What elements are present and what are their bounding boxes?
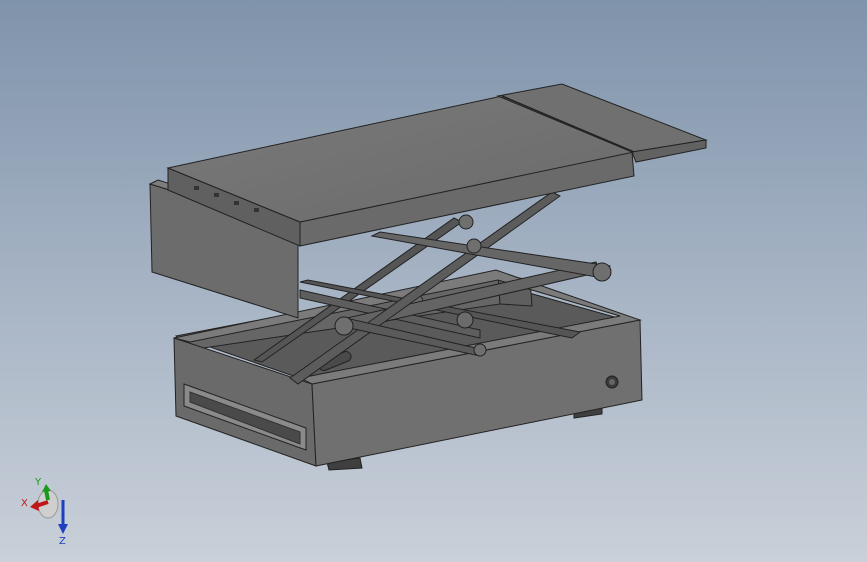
scissor-lift-model[interactable] (0, 0, 867, 562)
pivot-left (334, 316, 354, 336)
graphics-viewport[interactable]: Y X Z (0, 0, 867, 562)
x-axis-label: X (21, 498, 28, 509)
pivot-center (466, 238, 482, 254)
pivot-top (458, 214, 474, 230)
pivot-bottom (473, 343, 487, 357)
orientation-triad[interactable]: Y X Z (18, 474, 78, 546)
shaft-roller-2 (456, 311, 474, 329)
base-screw-hole-inner (609, 379, 615, 385)
pivot-right (592, 262, 612, 282)
z-axis-arrow (58, 500, 68, 534)
z-axis-label: Z (59, 536, 66, 546)
y-axis-label: Y (34, 477, 42, 488)
